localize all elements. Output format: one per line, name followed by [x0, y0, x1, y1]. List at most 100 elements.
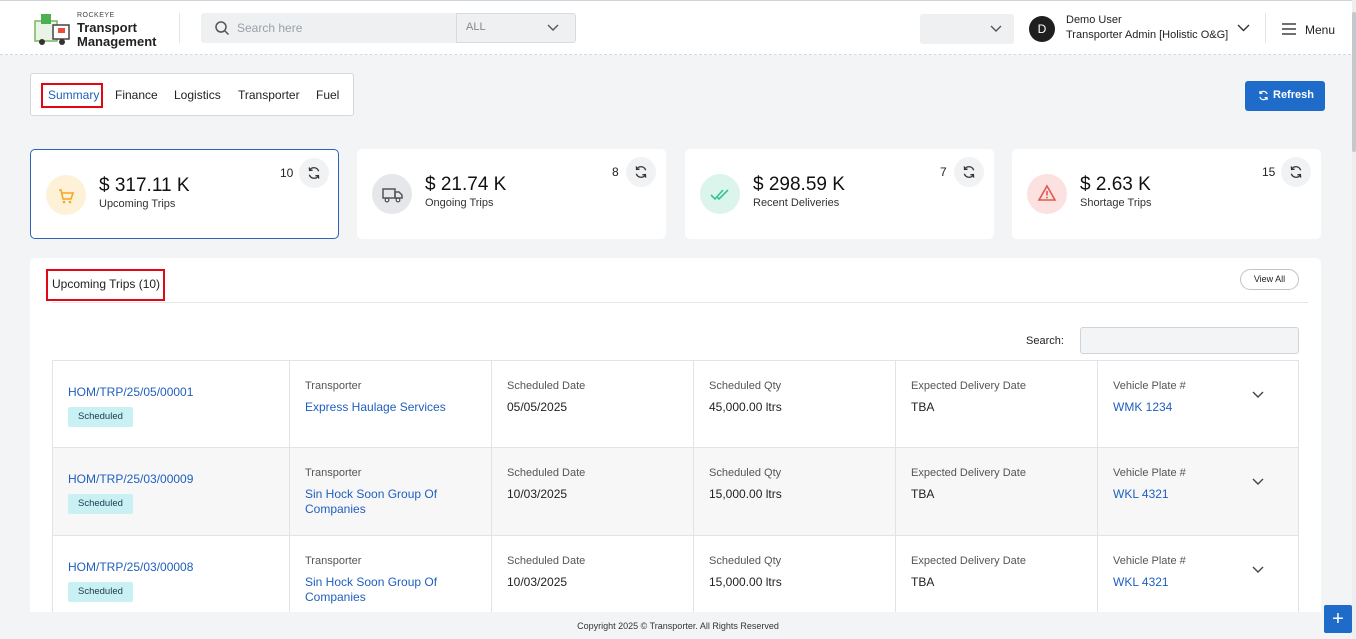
- card-count: 8: [612, 165, 619, 179]
- scheduled-qty-cell: Scheduled Qty 15,000.00 ltrs: [694, 536, 896, 618]
- scheduled-qty-cell: Scheduled Qty 45,000.00 ltrs: [694, 361, 896, 447]
- header-divider: [179, 13, 180, 43]
- column-label: Vehicle Plate #: [1113, 467, 1186, 479]
- scheduled-date-cell: Scheduled Date 10/03/2025: [492, 448, 694, 535]
- category-select[interactable]: ALL: [456, 13, 576, 43]
- scheduled-date-cell: Scheduled Date 10/03/2025: [492, 536, 694, 618]
- column-label: Scheduled Qty: [709, 555, 782, 567]
- transporter-name-line2: Companies: [305, 590, 366, 604]
- page-scrollbar[interactable]: [1352, 0, 1356, 639]
- refresh-icon: [963, 166, 975, 178]
- transporter-link[interactable]: Sin Hock Soon Group Of Companies: [305, 487, 437, 517]
- card-count: 15: [1262, 165, 1276, 179]
- transporter-link[interactable]: Express Haulage Services: [305, 400, 446, 415]
- card-count: 7: [940, 165, 947, 179]
- global-search: [201, 13, 456, 43]
- status-badge: Scheduled: [68, 582, 133, 602]
- table-row: HOM/TRP/25/03/00009 Scheduled Transporte…: [52, 448, 1299, 536]
- table-row: HOM/TRP/25/05/00001 Scheduled Transporte…: [52, 360, 1299, 448]
- card-refresh-button[interactable]: [299, 158, 329, 188]
- vehicle-plate-link[interactable]: WMK 1234: [1113, 400, 1172, 415]
- chevron-down-icon[interactable]: [1251, 476, 1265, 488]
- tab-finance[interactable]: Finance: [115, 88, 158, 102]
- expected-date-value: TBA: [911, 487, 935, 501]
- column-label: Transporter: [305, 380, 362, 392]
- card-amount: $ 298.59 K: [753, 174, 845, 195]
- card-count: 10: [280, 166, 294, 180]
- search-input[interactable]: [237, 19, 447, 37]
- card-label: Shortage Trips: [1080, 197, 1152, 209]
- card-refresh-button[interactable]: [1281, 157, 1311, 187]
- column-label: Scheduled Qty: [709, 467, 782, 479]
- top-header: ROCKEYE Transport Management ALL D Demo …: [0, 0, 1356, 55]
- refresh-button[interactable]: Refresh: [1245, 81, 1325, 111]
- card-amount: $ 317.11 K: [99, 175, 190, 196]
- card-ongoing-trips[interactable]: $ 21.74 K Ongoing Trips 8: [357, 149, 666, 239]
- expected-date-value: TBA: [911, 575, 935, 589]
- cart-icon: [46, 175, 86, 215]
- transporter-name-line1: Express Haulage Services: [305, 400, 446, 414]
- highlight-box: [46, 269, 165, 301]
- tab-logistics[interactable]: Logistics: [174, 88, 221, 102]
- refresh-label: Refresh: [1273, 89, 1314, 101]
- vehicle-plate-link[interactable]: WKL 4321: [1113, 487, 1169, 502]
- highlight-box: [41, 83, 103, 108]
- card-upcoming-trips[interactable]: $ 317.11 K Upcoming Trips 10: [30, 149, 339, 239]
- transporter-cell: Transporter Sin Hock Soon Group Of Compan…: [290, 536, 492, 618]
- menu-label: Menu: [1305, 23, 1336, 37]
- column-label: Expected Delivery Date: [911, 467, 1026, 479]
- refresh-icon: [635, 166, 647, 178]
- avatar[interactable]: D: [1029, 16, 1055, 42]
- trip-id-link[interactable]: HOM/TRP/25/05/00001: [68, 385, 193, 399]
- truck-icon: [372, 174, 412, 214]
- table-search-input[interactable]: [1080, 327, 1299, 354]
- scrollbar-thumb[interactable]: [1352, 12, 1356, 152]
- card-refresh-button[interactable]: [954, 157, 984, 187]
- column-label: Scheduled Qty: [709, 380, 782, 392]
- transporter-name-line2: Companies: [305, 502, 366, 516]
- menu-button[interactable]: Menu: [1281, 21, 1341, 39]
- copyright-text: Copyright 2025 © Transporter. All Rights…: [577, 621, 779, 631]
- scheduled-qty-cell: Scheduled Qty 15,000.00 ltrs: [694, 448, 896, 535]
- chevron-down-icon[interactable]: [1251, 389, 1265, 401]
- tab-transporter[interactable]: Transporter: [238, 88, 300, 102]
- table-row: HOM/TRP/25/03/00008 Scheduled Transporte…: [52, 536, 1299, 618]
- brand-name-line2: Management: [77, 34, 157, 49]
- table-search-label: Search:: [1026, 335, 1064, 347]
- scheduled-date-value: 10/03/2025: [507, 575, 568, 589]
- column-label: Vehicle Plate #: [1113, 380, 1186, 392]
- transporter-name-line1: Sin Hock Soon Group Of: [305, 575, 438, 589]
- status-badge: Scheduled: [68, 407, 133, 427]
- card-shortage-trips[interactable]: $ 2.63 K Shortage Trips 15: [1012, 149, 1321, 239]
- chevron-down-icon[interactable]: [1251, 564, 1265, 576]
- column-label: Scheduled Date: [507, 380, 586, 392]
- user-name[interactable]: Demo User: [1066, 14, 1122, 26]
- card-recent-deliveries[interactable]: $ 298.59 K Recent Deliveries 7: [685, 149, 994, 239]
- column-label: Transporter: [305, 555, 362, 567]
- tab-fuel[interactable]: Fuel: [316, 88, 339, 102]
- expected-date-cell: Expected Delivery Date TBA: [896, 448, 1098, 535]
- search-icon: [215, 21, 230, 36]
- context-dropdown[interactable]: [920, 14, 1014, 44]
- transporter-link[interactable]: Sin Hock Soon Group Of Companies: [305, 575, 437, 605]
- view-all-button[interactable]: View All: [1240, 269, 1299, 290]
- vehicle-plate-cell: Vehicle Plate # WKL 4321: [1098, 536, 1298, 618]
- refresh-icon: [308, 167, 320, 179]
- column-label: Scheduled Date: [507, 555, 586, 567]
- column-label: Scheduled Date: [507, 467, 586, 479]
- double-check-icon: [700, 174, 740, 214]
- add-button[interactable]: +: [1324, 605, 1352, 633]
- user-role[interactable]: Transporter Admin [Holistic O&G]: [1066, 29, 1228, 41]
- chevron-down-icon[interactable]: [1237, 23, 1250, 33]
- vehicle-plate-link[interactable]: WKL 4321: [1113, 575, 1169, 590]
- upcoming-trips-panel: Upcoming Trips (10) View All Search: HOM…: [30, 258, 1321, 618]
- trip-cell: HOM/TRP/25/03/00009 Scheduled: [53, 448, 290, 535]
- vehicle-plate-cell: Vehicle Plate # WMK 1234: [1098, 361, 1298, 447]
- card-amount: $ 2.63 K: [1080, 174, 1151, 195]
- trip-id-link[interactable]: HOM/TRP/25/03/00008: [68, 560, 193, 574]
- card-amount: $ 21.74 K: [425, 174, 507, 195]
- card-refresh-button[interactable]: [626, 157, 656, 187]
- column-label: Expected Delivery Date: [911, 555, 1026, 567]
- trip-id-link[interactable]: HOM/TRP/25/03/00009: [68, 472, 193, 486]
- column-label: Transporter: [305, 467, 362, 479]
